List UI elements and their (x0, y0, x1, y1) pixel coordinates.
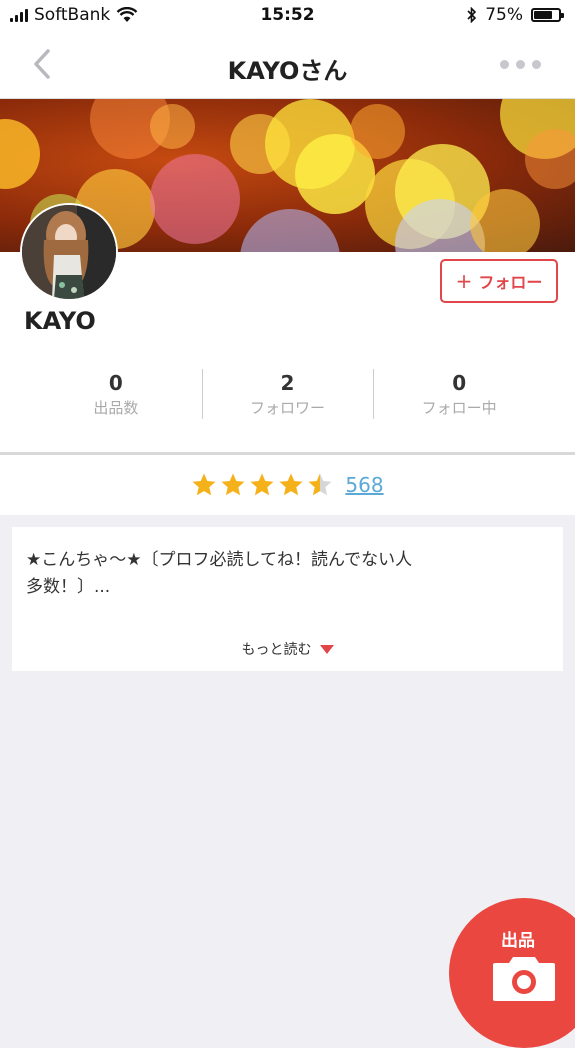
battery-icon (531, 8, 564, 22)
status-bar: SoftBank 15:52 75% (0, 0, 575, 32)
profile-description-card: ★こんちゃ〜★〔プロフ必読してね！読んでない人 多数！〕... もっと読む (12, 527, 563, 671)
bluetooth-icon (467, 7, 477, 23)
battery-percent: 75% (485, 5, 523, 25)
avatar[interactable] (22, 205, 116, 299)
star-full-icon (191, 472, 217, 498)
review-count-link[interactable]: 568 (345, 473, 383, 497)
stat-label: フォロワー (250, 399, 326, 417)
more-dots-icon (500, 60, 509, 69)
stat-following[interactable]: 0 フォロー中 (373, 369, 545, 421)
stat-label: フォロー中 (421, 399, 497, 417)
rating-row: 568 (0, 455, 575, 515)
navigation-bar: KAYOさん (0, 32, 575, 99)
stat-listings[interactable]: 0 出品数 (30, 369, 202, 421)
star-full-icon (249, 472, 275, 498)
page-title: KAYOさん (227, 57, 348, 85)
status-right: 75% (467, 5, 564, 25)
profile-description: ★こんちゃ〜★〔プロフ必読してね！読んでない人 多数！〕... (26, 550, 413, 597)
stat-followers[interactable]: 2 フォロワー (201, 369, 374, 421)
stat-value: 0 (108, 371, 123, 395)
stat-value: 0 (452, 371, 467, 395)
read-more-button[interactable]: もっと読む (12, 639, 563, 659)
stat-value: 2 (280, 371, 295, 395)
star-full-icon (220, 472, 246, 498)
triangle-down-icon (319, 644, 334, 654)
avatar-image (22, 205, 116, 299)
stats-row: 0 出品数 2 フォロワー 0 フォロー中 (30, 369, 545, 421)
username: KAYO (24, 307, 96, 335)
sell-label: 出品 (501, 931, 535, 951)
star-half-icon (307, 472, 333, 498)
follow-button[interactable]: + フォロー (440, 259, 558, 303)
stat-label: 出品数 (93, 399, 139, 417)
star-full-icon (278, 472, 304, 498)
plus-icon: + (455, 269, 473, 293)
star-rating (191, 472, 333, 498)
profile-header: + フォロー KAYO 0 出品数 2 フォロワー 0 フォロー中 (0, 99, 575, 452)
follow-label: フォロー (478, 273, 543, 292)
read-more-label: もっと読む (241, 642, 312, 658)
camera-icon (493, 957, 555, 1001)
more-button[interactable] (500, 60, 541, 69)
sell-button[interactable]: 出品 (449, 898, 575, 1048)
